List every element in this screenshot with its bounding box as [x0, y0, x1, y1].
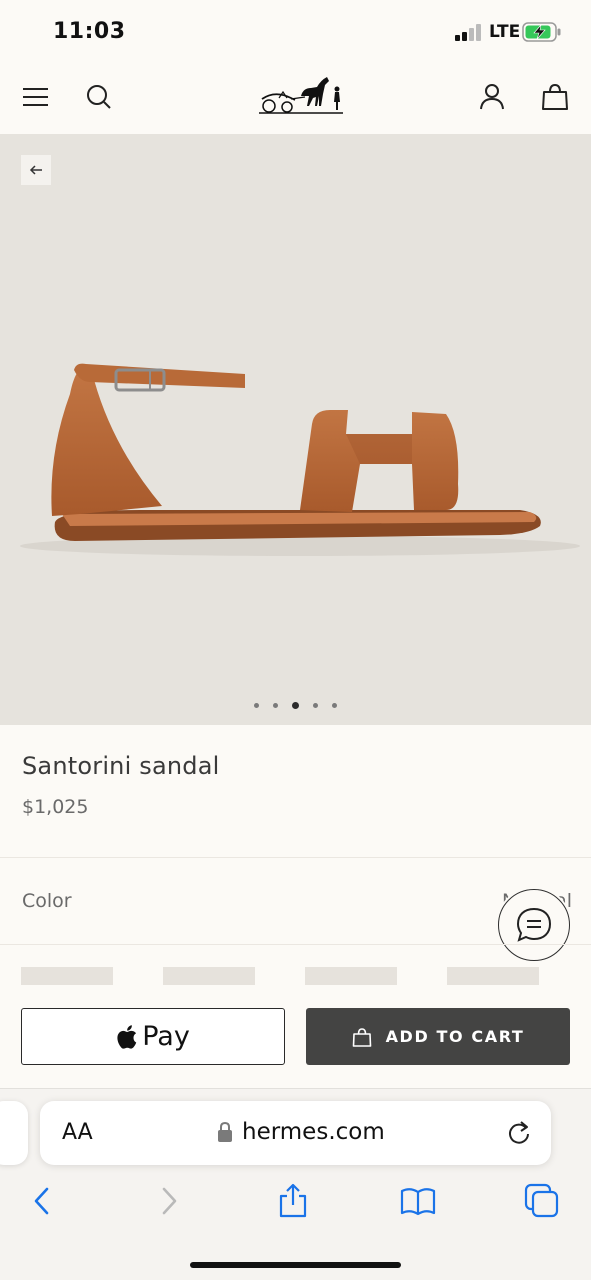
- status-time: 11:03: [53, 19, 126, 44]
- back-arrow-icon[interactable]: [24, 1183, 60, 1219]
- color-swatch[interactable]: [447, 967, 539, 985]
- site-header: [0, 64, 591, 134]
- forward-arrow-icon[interactable]: [151, 1183, 187, 1219]
- chat-bubble-icon: [516, 907, 552, 942]
- color-swatch[interactable]: [21, 967, 113, 985]
- carousel-dot[interactable]: [273, 703, 278, 708]
- address-bar[interactable]: AA hermes.com: [40, 1101, 551, 1165]
- aa-label: AA: [62, 1120, 93, 1145]
- apple-pay-label: Pay: [142, 1021, 190, 1052]
- hamburger-menu-icon[interactable]: [21, 82, 51, 112]
- chat-button[interactable]: [498, 889, 570, 961]
- carousel-dot[interactable]: [254, 703, 259, 708]
- network-type: LTE: [489, 22, 521, 42]
- status-bar: 11:03 LTE: [0, 0, 591, 64]
- battery-charging-icon: [522, 22, 561, 42]
- user-icon[interactable]: [477, 82, 507, 112]
- cellular-signal-icon: [455, 24, 481, 41]
- reload-icon[interactable]: [506, 1119, 532, 1147]
- hermes-carriage-logo[interactable]: [257, 72, 345, 116]
- carousel-dot[interactable]: [313, 703, 318, 708]
- url-text: hermes.com: [242, 1119, 385, 1145]
- share-icon[interactable]: [275, 1183, 311, 1219]
- previous-tab-preview[interactable]: [0, 1101, 28, 1165]
- reader-settings-button[interactable]: AA: [62, 1120, 93, 1145]
- apple-pay-button[interactable]: Pay: [21, 1008, 285, 1065]
- color-swatch[interactable]: [163, 967, 255, 985]
- color-label: Color: [22, 890, 72, 912]
- lock-icon: [218, 1121, 232, 1142]
- bookmarks-icon[interactable]: [400, 1183, 436, 1219]
- browser-toolbar: AA hermes.com: [0, 1088, 591, 1280]
- color-swatch[interactable]: [305, 967, 397, 985]
- back-button[interactable]: [21, 155, 51, 185]
- divider: [0, 857, 591, 858]
- carousel-dot[interactable]: [332, 703, 337, 708]
- arrow-left-icon: [29, 165, 42, 175]
- add-to-cart-button[interactable]: ADD TO CART: [306, 1008, 570, 1065]
- product-title: Santorini sandal: [22, 752, 220, 780]
- shopping-bag-icon: [352, 1027, 371, 1047]
- product-image-carousel[interactable]: [0, 134, 591, 725]
- product-price: $1,025: [22, 796, 89, 818]
- apple-logo-icon: [117, 1024, 137, 1049]
- carousel-dots: [0, 702, 591, 709]
- sandal-image: [20, 363, 580, 556]
- home-indicator: [190, 1262, 401, 1268]
- carousel-dot-active[interactable]: [292, 702, 299, 709]
- search-icon[interactable]: [84, 82, 114, 112]
- shopping-bag-icon[interactable]: [540, 82, 570, 112]
- add-to-cart-label: ADD TO CART: [385, 1027, 525, 1046]
- tabs-icon[interactable]: [524, 1183, 560, 1219]
- divider: [0, 944, 591, 945]
